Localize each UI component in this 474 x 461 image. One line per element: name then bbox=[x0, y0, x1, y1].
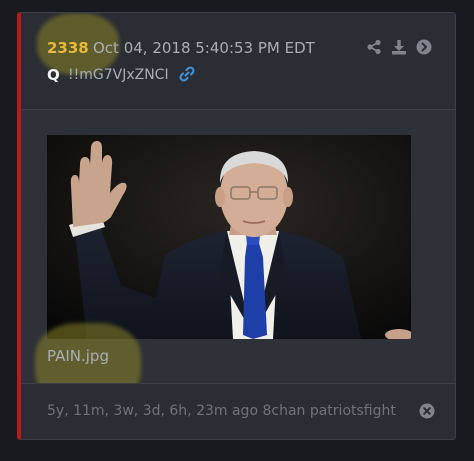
post-age-source: 5y, 11m, 3w, 3d, 6h, 23m ago 8chan patri… bbox=[47, 403, 396, 419]
link-icon[interactable] bbox=[178, 65, 196, 83]
arrow-circle-right-icon[interactable] bbox=[416, 39, 432, 55]
download-icon[interactable] bbox=[391, 39, 407, 55]
post-number[interactable]: 2338 bbox=[47, 39, 89, 57]
post-image[interactable] bbox=[47, 135, 411, 339]
author-tripcode: !!mG7VJxZNCI bbox=[68, 67, 169, 83]
close-circle-icon[interactable] bbox=[419, 403, 435, 419]
share-icon[interactable] bbox=[366, 39, 382, 55]
post-card: 2338 Oct 04, 2018 5:40:53 PM EDT Q !!mG7… bbox=[17, 12, 456, 440]
author-name: Q bbox=[47, 66, 60, 84]
post-timestamp: Oct 04, 2018 5:40:53 PM EDT bbox=[93, 39, 315, 57]
image-filename[interactable]: PAIN.jpg bbox=[47, 347, 109, 365]
